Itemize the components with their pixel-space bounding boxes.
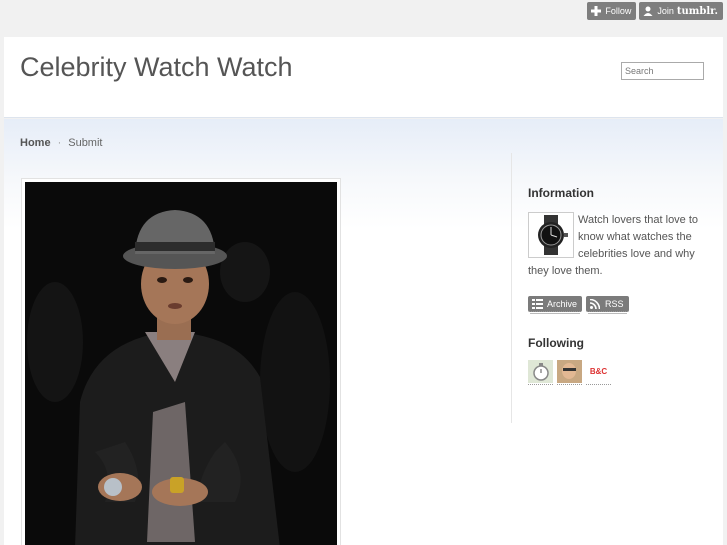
sidebar: Information Watch lovers that love to kn… <box>528 186 708 385</box>
following-avatar-3[interactable]: B&C <box>586 360 611 385</box>
archive-icon <box>531 298 543 310</box>
information-block: Watch lovers that love to know what watc… <box>528 212 708 280</box>
information-heading: Information <box>528 186 594 200</box>
bc-logo: B&C <box>586 360 611 383</box>
plus-icon <box>590 5 602 17</box>
following-list: B&C <box>528 360 708 385</box>
archive-button[interactable]: Archive <box>528 296 583 312</box>
top-nav: Home · Submit <box>20 137 102 149</box>
main-content: Home · Submit Information Watch lovers t… <box>4 119 723 545</box>
blog-links: Archive RSS <box>528 296 708 312</box>
post-photo-frame <box>21 178 341 545</box>
site-header: Celebrity Watch Watch <box>4 37 723 118</box>
search-input[interactable] <box>621 62 704 80</box>
watch-face-icon <box>528 360 553 383</box>
site-title[interactable]: Celebrity Watch Watch <box>20 52 293 83</box>
nav-home-link[interactable]: Home <box>20 137 51 149</box>
following-avatar-2[interactable] <box>557 360 582 385</box>
rss-button[interactable]: RSS <box>586 296 629 312</box>
rss-icon <box>589 298 601 310</box>
watch-avatar-icon <box>538 215 568 255</box>
join-label: Join <box>657 6 674 16</box>
nav-submit-link[interactable]: Submit <box>68 137 102 149</box>
archive-label: Archive <box>547 298 578 309</box>
user-icon <box>642 5 654 17</box>
column-divider <box>511 153 512 423</box>
tumblr-logo: tumblr. <box>676 5 718 17</box>
following-heading: Following <box>528 336 584 350</box>
follow-label: Follow <box>605 6 632 16</box>
post-photo[interactable] <box>25 182 337 545</box>
following-avatar-1[interactable] <box>528 360 553 385</box>
blog-avatar[interactable] <box>528 212 574 258</box>
nav-separator: · <box>57 137 62 149</box>
join-tumblr-button[interactable]: Join tumblr. <box>639 2 723 20</box>
person-photo-icon <box>557 360 582 383</box>
rss-label: RSS <box>605 298 624 309</box>
follow-button[interactable]: Follow <box>587 2 637 20</box>
tumblr-controls: Follow Join tumblr. <box>587 2 723 20</box>
